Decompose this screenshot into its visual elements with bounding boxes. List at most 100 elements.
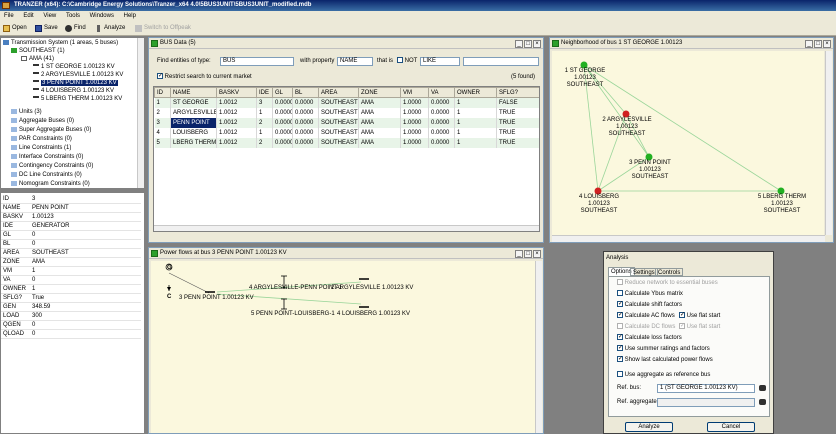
property-row[interactable]: VA 0 [1, 276, 141, 285]
table-row[interactable]: 1 ST GEORGE 1.0012 3 0.0000 0.0000 SOUTHEAST AM… [154, 97, 539, 108]
loss-factors-checkbox[interactable]: ✓ Calculate loss factors [617, 334, 682, 343]
dc-flat-start-checkbox[interactable]: ✓ Use flat start [679, 323, 720, 332]
line-label-1[interactable]: 4 ARGYLESVILLE-PENN POINT-1 [249, 285, 342, 291]
tree-bus-3[interactable]: 3 PENN POINT 1.00123 KV [33, 79, 118, 87]
save-button[interactable]: Save [34, 23, 60, 34]
tree-zone-ama[interactable]: AMA (41) [21, 55, 54, 63]
ref-bus-find-button[interactable] [758, 384, 767, 393]
col-vm[interactable]: VM [400, 87, 429, 98]
tree-nomogram-constraints[interactable]: Nomogram Constraints (0) [11, 180, 90, 188]
property-row[interactable]: ZONE AMA [1, 258, 141, 267]
ac-flows-checkbox[interactable]: ✓ Calculate AC flows [617, 312, 675, 321]
shift-factors-checkbox[interactable]: ✓ Calculate shift factors [617, 301, 682, 310]
tree-contingency-constraints[interactable]: Contingency Constraints (0) [11, 162, 93, 170]
table-hscroll[interactable] [154, 225, 539, 231]
menu-tools[interactable]: Tools [62, 11, 84, 21]
col-gl[interactable]: GL [272, 87, 293, 98]
ybus-checkbox[interactable]: Calculate Ybus matrix [617, 290, 683, 299]
col-name[interactable]: NAME [170, 87, 217, 98]
tree-dc-line-constraints[interactable]: DC Line Constraints (0) [11, 171, 82, 179]
ref-aggregate-input[interactable] [657, 398, 755, 407]
use-aggregate-checkbox[interactable]: Use aggregate as reference bus [617, 371, 710, 380]
maximize-button[interactable]: □ [524, 40, 532, 48]
tree-units[interactable]: Units (3) [11, 108, 42, 116]
col-zone[interactable]: ZONE [358, 87, 401, 98]
to-bus-label-1[interactable]: 2 ARGYLESVILLE 1.00123 KV [331, 285, 413, 291]
neighborhood-hscroll[interactable] [552, 235, 825, 242]
property-row[interactable]: BASKV 1.00123 [1, 213, 141, 222]
tree-par-constraints[interactable]: PAR Constraints (0) [11, 135, 72, 143]
property-row[interactable]: OWNER 1 [1, 285, 141, 294]
property-row[interactable]: QGEN 0 [1, 321, 141, 330]
cancel-dialog-button[interactable]: Cancel [707, 422, 755, 432]
show-flows-checkbox[interactable]: ✓ Show last calculated power flows [617, 356, 713, 365]
table-row[interactable]: 3 PENN POINT 1.0012 2 0.0000 0.0000 SOUTHEAST A… [154, 117, 539, 128]
analyze-dialog-button[interactable]: Analyze [625, 422, 673, 432]
menu-edit[interactable]: Edit [19, 11, 37, 21]
menu-file[interactable]: File [0, 11, 18, 21]
tree-bus-1[interactable]: 1 ST GEORGE 1.00123 KV [33, 63, 115, 71]
minimize-button[interactable]: _ [515, 40, 523, 48]
property-row[interactable]: GL 0 [1, 231, 141, 240]
property-row[interactable]: GEN 348.59 [1, 303, 141, 312]
property-row[interactable]: SFLG? True [1, 294, 141, 303]
col-area[interactable]: AREA [318, 87, 359, 98]
col-owner[interactable]: OWNER [454, 87, 497, 98]
table-row[interactable]: 4 LOUISBERG 1.0012 1 0.0000 0.0000 SOUTHEAST AM… [154, 127, 539, 138]
property-select[interactable]: NAME [337, 57, 373, 66]
col-id[interactable]: ID [154, 87, 171, 98]
value-input[interactable] [463, 57, 539, 66]
property-row[interactable]: ID 3 [1, 195, 141, 204]
tree-scrollbar[interactable] [137, 38, 144, 188]
property-row[interactable]: IDE GENERATOR [1, 222, 141, 231]
minimize-button[interactable]: _ [515, 250, 523, 258]
close-button[interactable]: × [533, 250, 541, 258]
tree-area-southeast[interactable]: SOUTHEAST (1) [11, 47, 65, 55]
tab-settings[interactable]: Settings [630, 268, 658, 276]
line-label-2[interactable]: 5 PENN POINT-LOUISBERG-1 [251, 311, 335, 317]
col-va[interactable]: VA [428, 87, 455, 98]
table-row[interactable]: 2 ARGYLESVILLE 1.0012 1 0.0000 0.0000 SOUTHEAS… [154, 107, 539, 118]
maximize-button[interactable]: □ [524, 250, 532, 258]
ac-flat-start-checkbox[interactable]: ✓ Use flat start [679, 312, 720, 321]
tree-interface-constraints[interactable]: Interface Constraints (0) [11, 153, 83, 161]
summer-ratings-checkbox[interactable]: ✓ Use summer ratings and factors [617, 345, 710, 354]
col-ide[interactable]: IDE [256, 87, 273, 98]
find-button[interactable]: Find [64, 23, 88, 34]
menu-help[interactable]: Help [120, 11, 140, 21]
maximize-button[interactable]: □ [814, 40, 822, 48]
bus-label-main[interactable]: 3 PENN POINT 1.00123 KV [179, 295, 254, 301]
table-row[interactable]: 5 LBERG THERM 1.0012 2 0.0000 0.0000 SOUTHEAST… [154, 137, 539, 148]
tree-bus-2[interactable]: 2 ARGYLESVILLE 1.00123 KV [33, 71, 123, 79]
property-row[interactable]: NAME PENN POINT [1, 204, 141, 213]
menu-view[interactable]: View [39, 11, 60, 21]
property-row[interactable]: AREA SOUTHEAST [1, 249, 141, 258]
tree-bus-4[interactable]: 4 LOUISBERG 1.00123 KV [33, 87, 114, 95]
reduce-network-checkbox[interactable]: Reduce network to essential buses [617, 279, 718, 288]
property-row[interactable]: LOAD 300 [1, 312, 141, 321]
tree-super-aggregate[interactable]: Super Aggregate Buses (0) [11, 126, 91, 134]
minimize-button[interactable]: _ [805, 40, 813, 48]
col-baskv[interactable]: BASKV [216, 87, 257, 98]
close-button[interactable]: × [823, 40, 831, 48]
switch-offpeak-button[interactable]: Switch to Offpeak [134, 23, 193, 34]
restrict-checkbox[interactable]: ✓ Restrict search to current market [157, 73, 252, 82]
tree-line-constraints[interactable]: Line Constraints (1) [11, 144, 71, 152]
to-bus-label-2[interactable]: 4 LOUISBERG 1.00123 KV [337, 311, 410, 317]
tree-aggregate-buses[interactable]: Aggregate Buses (0) [11, 117, 74, 125]
tree-root[interactable]: Transmission System (1 areas, 5 buses) [3, 39, 118, 47]
neighborhood-vscroll[interactable] [825, 51, 832, 235]
property-row[interactable]: QLOAD 0 [1, 330, 141, 339]
open-button[interactable]: Open [2, 23, 29, 34]
close-button[interactable]: × [533, 40, 541, 48]
power-flows-vscroll[interactable] [535, 261, 542, 433]
ref-aggregate-find-button[interactable] [758, 398, 767, 407]
tab-controls[interactable]: Controls [655, 268, 684, 276]
col-bl[interactable]: BL [292, 87, 319, 98]
operator-select[interactable]: LIKE [420, 57, 460, 66]
menu-windows[interactable]: Windows [86, 11, 118, 21]
property-row[interactable]: BL 0 [1, 240, 141, 249]
property-row[interactable]: VM 1 [1, 267, 141, 276]
col-sflg[interactable]: SFLG? [496, 87, 539, 98]
not-checkbox[interactable]: NOT [397, 57, 417, 66]
